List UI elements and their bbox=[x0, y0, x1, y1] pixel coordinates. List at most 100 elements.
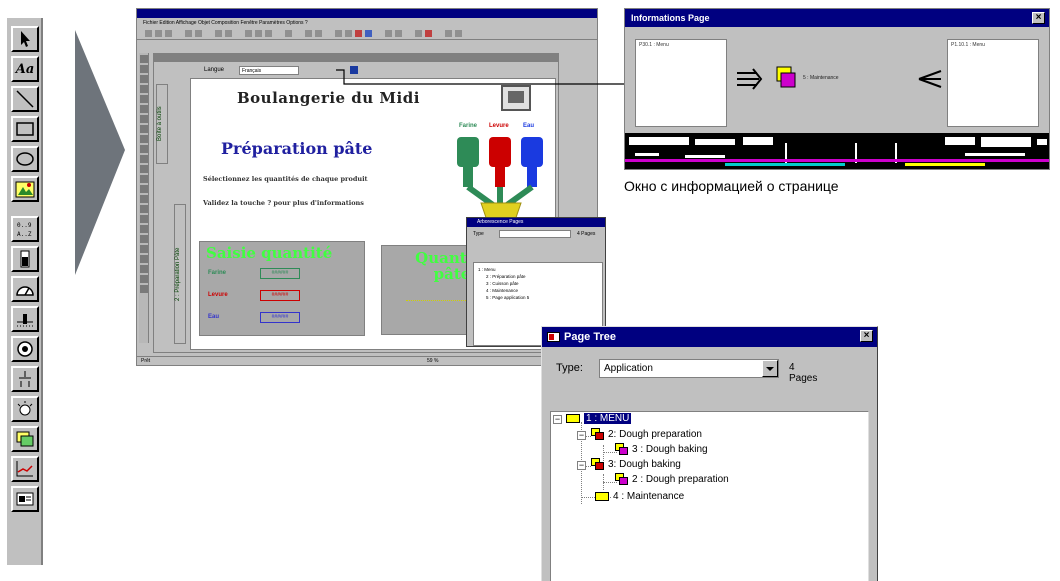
node-4-expander[interactable]: − bbox=[577, 461, 586, 470]
gauge-icon bbox=[16, 286, 34, 296]
page-tree-pane: − 1 : MENU − 2: Dough preparation 3 : Do… bbox=[550, 411, 869, 581]
switch-tool-button[interactable] bbox=[11, 366, 39, 392]
arrows-out-icon bbox=[918, 70, 942, 88]
display-tool-button[interactable]: 0..9 A..Z bbox=[11, 216, 39, 242]
indicator-tool-button[interactable] bbox=[11, 396, 39, 422]
info-left-list[interactable]: P30.1 : Menu bbox=[635, 39, 727, 127]
text-aa-icon: Aa bbox=[15, 61, 35, 77]
big-arrow-icon bbox=[75, 30, 125, 275]
info-titlebar: Informations Page × bbox=[625, 9, 1049, 27]
mini-tree-item[interactable]: 1 : Menu bbox=[478, 266, 598, 273]
rectangle-tool-button[interactable] bbox=[11, 116, 39, 142]
folder-icon bbox=[566, 413, 580, 423]
tree-node-label: 4 : Maintenance bbox=[613, 491, 685, 502]
text-tool-button[interactable]: Aa bbox=[11, 56, 39, 82]
bargraph-tool-button[interactable] bbox=[11, 246, 39, 272]
tree-node-label: 1 : MENU bbox=[584, 413, 632, 424]
mini-type-combo[interactable] bbox=[499, 230, 571, 238]
type-select-value: Application bbox=[604, 363, 653, 374]
side-tab-toolbox[interactable]: Boîte à outils bbox=[156, 84, 168, 164]
svg-text:A..Z: A..Z bbox=[17, 231, 32, 238]
node-1-expander[interactable]: − bbox=[553, 415, 562, 424]
info-window-caption: Окно с информацией о странице bbox=[624, 178, 839, 194]
info-right-list[interactable]: P1.10.1 : Menu bbox=[947, 39, 1039, 127]
info-title: Informations Page bbox=[631, 13, 710, 23]
mini-tree-title: Arborescence Pages bbox=[467, 218, 605, 227]
tree-node-label: 2 : Dough preparation bbox=[632, 474, 729, 485]
row2-field[interactable]: ###### bbox=[260, 290, 300, 301]
mini-type-row: Type 4 Pages bbox=[467, 227, 605, 241]
type-select[interactable]: Application bbox=[599, 359, 779, 378]
bitmap-icon bbox=[15, 181, 35, 198]
language-combo[interactable]: Français bbox=[239, 66, 299, 75]
silo-label-3: Eau bbox=[523, 123, 535, 129]
info-statusbar-artifact bbox=[625, 133, 1049, 169]
line-icon bbox=[16, 90, 34, 108]
tree-node-menu[interactable]: 1 : MENU bbox=[566, 412, 632, 426]
ellipse-tool-button[interactable] bbox=[11, 146, 39, 172]
designer-statusbar: Prêt 59 % bbox=[137, 356, 597, 365]
designer-toolbar bbox=[137, 28, 597, 40]
rectangle-icon bbox=[16, 122, 34, 136]
ellipse-icon bbox=[16, 152, 34, 166]
trend-tool-button[interactable] bbox=[11, 456, 39, 482]
animation-icon bbox=[16, 431, 34, 447]
bargraph-icon bbox=[20, 250, 30, 268]
knob-icon bbox=[17, 341, 33, 357]
page-icon bbox=[591, 428, 604, 441]
page-tree-window: Page Tree × Type: Application 4 Pages − … bbox=[541, 326, 878, 581]
slider-icon bbox=[17, 314, 33, 327]
tree-node-dough-baking-link[interactable]: 3 : Dough baking bbox=[615, 443, 708, 457]
mini-tree-item[interactable]: 4 : Maintenance bbox=[478, 287, 598, 294]
silo-label-1: Farine bbox=[459, 123, 478, 129]
mini-tree-item[interactable]: 3 : Cuisson pâte bbox=[478, 280, 598, 287]
digits-icon: 0..9 A..Z bbox=[17, 222, 32, 238]
mini-page-count: 4 Pages bbox=[577, 231, 596, 237]
language-label: Langue bbox=[204, 67, 225, 73]
mini-tree-item[interactable]: 2 : Préparation pâte bbox=[478, 273, 598, 280]
canvas-line-1: Sélectionnez les quantités de chaque pro… bbox=[203, 175, 368, 183]
row2-label: Levure bbox=[208, 292, 228, 298]
designer-menubar[interactable]: Fichier Edition Affichage Objet Composit… bbox=[137, 18, 597, 28]
designer-titlebar bbox=[137, 9, 597, 18]
mini-tree-item[interactable]: 5 : Page application 5 bbox=[478, 294, 598, 301]
alarm-tool-button[interactable] bbox=[11, 486, 39, 512]
knob-tool-button[interactable] bbox=[11, 336, 39, 362]
tree-node-dough-preparation-link[interactable]: 2 : Dough preparation bbox=[615, 473, 729, 487]
line-tool-button[interactable] bbox=[11, 86, 39, 112]
row3-label: Eau bbox=[208, 314, 220, 320]
info-close-button[interactable]: × bbox=[1032, 12, 1045, 24]
info-page-window: Informations Page × P30.1 : Menu P1.10.1… bbox=[624, 8, 1050, 170]
row1-field[interactable]: ###### bbox=[260, 268, 300, 279]
status-zoom: 59 % bbox=[427, 358, 439, 364]
tree-node-maintenance[interactable]: 4 : Maintenance bbox=[595, 490, 684, 504]
arrows-in-icon bbox=[737, 68, 763, 90]
slider-tool-button[interactable] bbox=[11, 306, 39, 332]
pointer-tool-button[interactable] bbox=[11, 26, 39, 52]
tree-node-dough-baking[interactable]: 3: Dough baking bbox=[591, 458, 681, 472]
info-center-label: 5 : Maintenance bbox=[803, 75, 839, 81]
gauge-tool-button[interactable] bbox=[11, 276, 39, 302]
chevron-down-icon[interactable] bbox=[762, 360, 778, 377]
page-tree-close-button[interactable]: × bbox=[860, 330, 873, 342]
animation-tool-button[interactable] bbox=[11, 426, 39, 452]
page-link-icon bbox=[615, 443, 628, 456]
page-tree-titlebar: Page Tree × bbox=[542, 327, 877, 347]
type-label: Type: bbox=[556, 362, 583, 374]
folder-icon bbox=[595, 491, 609, 501]
page-icon bbox=[776, 66, 796, 88]
alarm-icon bbox=[16, 492, 34, 506]
connector-arrow-icon bbox=[336, 69, 666, 89]
quantity-input-panel: Saisie quantité Farine ###### Levure ###… bbox=[199, 241, 365, 336]
svg-text:0..9: 0..9 bbox=[17, 222, 32, 229]
trend-icon bbox=[16, 461, 33, 477]
node-2-expander[interactable]: − bbox=[577, 431, 586, 440]
tree-node-label: 3 : Dough baking bbox=[632, 444, 708, 455]
tree-node-label: 2: Dough preparation bbox=[608, 429, 702, 440]
row3-field[interactable]: ###### bbox=[260, 312, 300, 323]
side-tab-page[interactable]: 2 : Préparation Pâte bbox=[174, 204, 186, 344]
page-count: 4 Pages bbox=[789, 362, 818, 384]
tool-palette: Aa 0..9 A..Z bbox=[7, 18, 43, 565]
bitmap-tool-button[interactable] bbox=[11, 176, 39, 202]
tree-node-dough-preparation[interactable]: 2: Dough preparation bbox=[591, 428, 702, 442]
